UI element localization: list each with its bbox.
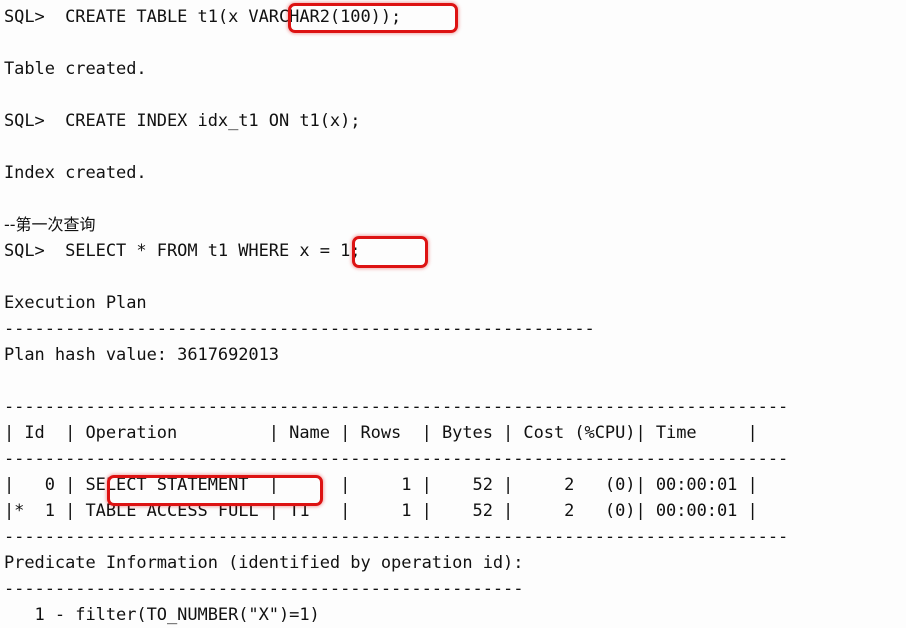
separator-rule: ----------------------------------------…: [4, 527, 789, 547]
table-row: |* 1 | TABLE ACCESS FULL | T1 | 1 | 52 |…: [4, 501, 758, 521]
message-table-created: Table created.: [4, 59, 147, 79]
sql-prompt-select: SQL> SELECT * FROM t1 WHERE x = 1;: [4, 241, 361, 261]
execution-plan-heading: Execution Plan: [4, 293, 147, 313]
sql-prompt-create-index: SQL> CREATE INDEX idx_t1 ON t1(x);: [4, 111, 361, 131]
separator-rule: ----------------------------------------…: [4, 397, 789, 417]
sql-prompt-create-table: SQL> CREATE TABLE t1(x VARCHAR2(100));: [4, 7, 402, 27]
table-row: | 0 | SELECT STATEMENT | | 1 | 52 | 2 (0…: [4, 475, 758, 495]
message-index-created: Index created.: [4, 163, 147, 183]
plan-table-header: | Id | Operation | Name | Rows | Bytes |…: [4, 423, 758, 443]
terminal-output: SQL> CREATE TABLE t1(x VARCHAR2(100)); T…: [0, 0, 906, 625]
plan-hash-value: Plan hash value: 3617692013: [4, 345, 279, 365]
comment-first-query: --第一次查询: [4, 215, 96, 234]
separator-rule: ----------------------------------------…: [4, 579, 524, 599]
predicate-information-heading: Predicate Information (identified by ope…: [4, 553, 524, 573]
separator-rule: ----------------------------------------…: [4, 449, 789, 469]
separator-rule: ----------------------------------------…: [4, 319, 595, 339]
